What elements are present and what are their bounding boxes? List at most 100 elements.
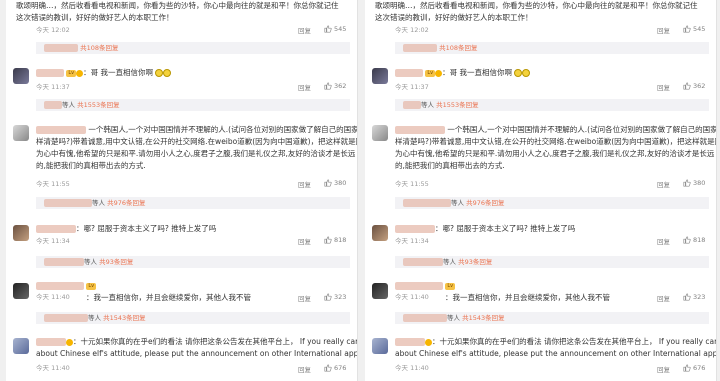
reply-count[interactable]: 共976条回复 [107, 199, 145, 207]
like-button[interactable] [324, 82, 332, 90]
like-button[interactable] [324, 25, 332, 33]
reply-count[interactable]: 共1553条回复 [436, 101, 479, 109]
reply-button[interactable]: 回复 [298, 179, 311, 189]
comment-line: 一个韩国人,一个对中国国情并不理解的人.(试问各位对别的国家做了解自己的国家一 [395, 124, 717, 135]
blurred-usernames [403, 314, 447, 322]
like-button[interactable] [683, 364, 691, 372]
username[interactable] [395, 69, 423, 77]
like-count: 380 [693, 179, 706, 187]
comment-actions: 回复 545 [6, 25, 357, 35]
reply-count[interactable]: 共108条回复 [439, 44, 477, 52]
reply-button[interactable]: 回复 [657, 82, 670, 92]
thumb-up-icon [324, 82, 332, 90]
comment-line: Lv [36, 280, 97, 291]
thumb-up-icon [683, 293, 691, 301]
like-count: 545 [693, 25, 706, 33]
comment-actions: 回复 818 [365, 236, 716, 246]
reply-button[interactable]: 回复 [657, 293, 670, 303]
username[interactable] [36, 282, 84, 290]
comment-text: 样清楚吗?)带着诚意,用中文认错,在公开的社交网络.在weibo道歉(因为向中国… [395, 137, 717, 146]
comment-actions: 回复 545 [365, 25, 716, 35]
avatar[interactable] [372, 338, 388, 354]
like-button[interactable] [324, 236, 332, 244]
like-count: 545 [334, 25, 347, 33]
username[interactable] [395, 126, 445, 134]
avatar[interactable] [13, 125, 29, 141]
reply-summary-text: 等人 共1543条回复 [403, 312, 505, 324]
like-button[interactable] [324, 179, 332, 187]
username[interactable] [36, 69, 64, 77]
like-button[interactable] [683, 179, 691, 187]
username[interactable] [395, 338, 425, 346]
comment-text: 为心中有愧,他希望的只是和平.请勿用小人之心,度君子之腹,我们是礼仪之邦,友好的… [36, 149, 356, 158]
reply-count[interactable]: 共1543条回复 [103, 314, 146, 322]
comment-actions: 回复 818 [6, 236, 357, 246]
like-button[interactable] [324, 293, 332, 301]
comment-text: 一个韩国人,一个对中国国情并不理解的人.(试问各位对别的国家做了解自己的国家一 [447, 125, 717, 134]
blurred-usernames [44, 258, 84, 266]
reply-count[interactable]: 共1553条回复 [77, 101, 120, 109]
comment-text: 这次错误的教训，好好的做好艺人的本职工作！ [375, 13, 533, 22]
username[interactable] [36, 225, 76, 233]
comment-line: ：十元如果你真的在乎e们的看法 请你把这条公告发在其他平台上， If you r… [36, 336, 357, 347]
reply-summary-text: 等人 共1553条回复 [403, 99, 479, 111]
reply-button[interactable]: 回复 [657, 179, 670, 189]
reply-button[interactable]: 回复 [657, 25, 670, 35]
blurred-usernames [403, 199, 451, 207]
comment-text: ：十元如果你真的在乎e们的看法 请你把这条公告发在其他平台上， If you r… [432, 337, 717, 346]
reply-count[interactable]: 共93条回复 [99, 258, 133, 266]
blurred-usernames [44, 199, 92, 207]
username[interactable] [395, 282, 443, 290]
reply-count[interactable]: 共976条回复 [466, 199, 504, 207]
comment-text: ：哪? 屈服于资本主义了吗? 推特上发了吗 [76, 224, 217, 233]
reply-button[interactable]: 回复 [657, 236, 670, 246]
like-button[interactable] [683, 236, 691, 244]
thumb-up-icon [683, 236, 691, 244]
blurred-usernames [403, 44, 437, 52]
comment-text: about Chinese elf's attitude, please put… [395, 349, 717, 358]
users-label: 等人 [88, 314, 101, 322]
reply-button[interactable]: 回复 [298, 236, 311, 246]
thumb-up-icon [324, 179, 332, 187]
reply-button[interactable]: 回复 [298, 25, 311, 35]
reply-button[interactable]: 回复 [298, 293, 311, 303]
comment-actions: 回复 323 [6, 293, 357, 303]
reply-button[interactable]: 回复 [298, 364, 311, 374]
reply-count[interactable]: 共93条回复 [458, 258, 492, 266]
reply-count[interactable]: 共108条回复 [80, 44, 118, 52]
username[interactable] [395, 225, 435, 233]
users-label: 等人 [447, 314, 460, 322]
reply-button[interactable]: 回复 [657, 364, 670, 374]
avatar[interactable] [13, 338, 29, 354]
username[interactable] [36, 338, 66, 346]
level-badge: Lv [445, 282, 456, 290]
like-count: 323 [693, 293, 706, 301]
reply-button[interactable]: 回复 [298, 82, 311, 92]
comment-actions: 回复 362 [365, 82, 716, 92]
reply-summary-text: 等人 共93条回复 [44, 256, 133, 268]
like-count: 818 [693, 236, 706, 244]
like-button[interactable] [683, 82, 691, 90]
thumb-up-icon [683, 364, 691, 372]
comment-line: ：哪? 屈服于资本主义了吗? 推特上发了吗 [36, 223, 216, 234]
emoji-icon [155, 69, 164, 77]
comment-text: 一个韩国人,一个对中国国情并不理解的人.(试问各位对别的国家做了解自己的国家一 [88, 125, 358, 134]
reply-summary-text: 共108条回复 [403, 42, 478, 54]
blurred-usernames [403, 101, 421, 109]
username[interactable] [36, 126, 86, 134]
like-button[interactable] [683, 293, 691, 301]
thumb-up-icon [324, 25, 332, 33]
comment-line: 一个韩国人,一个对中国国情并不理解的人.(试问各位对别的国家做了解自己的国家一 [36, 124, 358, 135]
like-button[interactable] [683, 25, 691, 33]
reply-summary-text: 等人 共976条回复 [403, 197, 505, 209]
vip-icon [425, 338, 432, 346]
users-label: 等人 [92, 199, 105, 207]
reply-count[interactable]: 共1543条回复 [462, 314, 505, 322]
avatar[interactable] [372, 125, 388, 141]
blurred-usernames [44, 314, 88, 322]
comment-text: 歌颂明确…，然后收看看电视和新闻，你看为些的沙特，你心中最向往的就是和平！你总你… [16, 1, 339, 10]
users-label: 等人 [62, 101, 75, 109]
comment-text: ：哥 我一直相信你啊 [442, 68, 513, 77]
like-button[interactable] [324, 364, 332, 372]
comment-actions: 回复 676 [6, 364, 357, 374]
